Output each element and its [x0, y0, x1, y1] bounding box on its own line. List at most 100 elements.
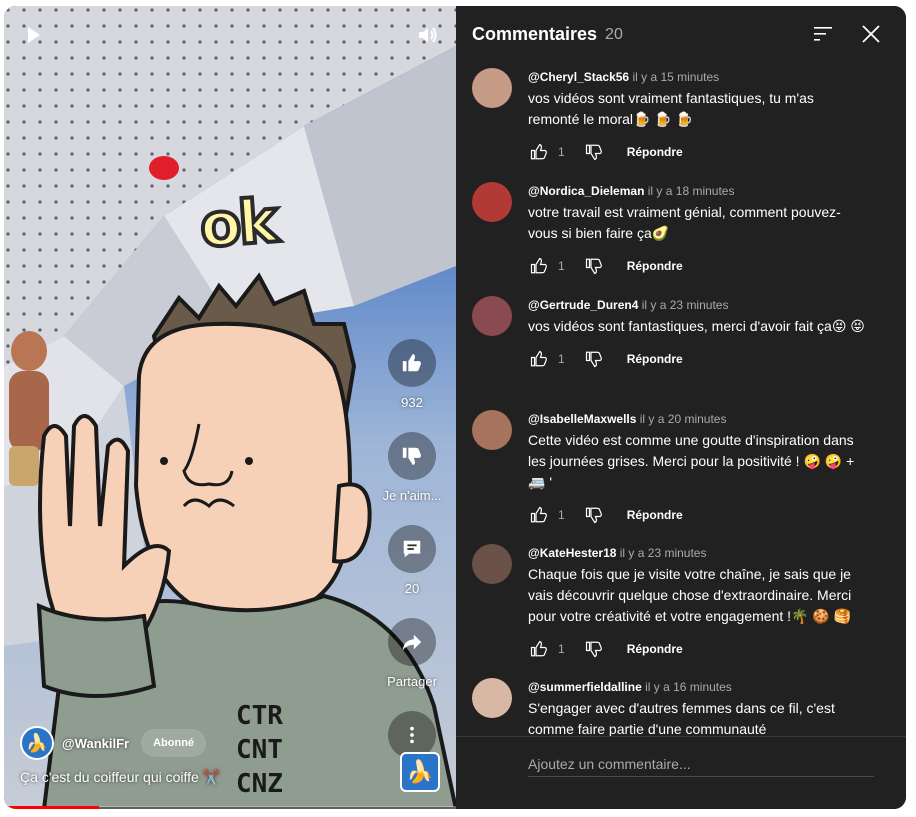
comment-author[interactable]: @KateHester18: [528, 546, 616, 560]
comment-time: il y a 23 minutes: [619, 546, 707, 560]
shirt-print-line: CNZ: [236, 769, 283, 799]
comment-item: @summerfieldalline il y a 16 minutes S'e…: [456, 672, 906, 736]
channel-handle[interactable]: @WankilFr: [62, 736, 129, 751]
close-icon: [862, 25, 880, 43]
play-icon: [28, 27, 40, 43]
comment-author[interactable]: @IsabelleMaxwells: [528, 412, 636, 426]
comment-like-button[interactable]: [528, 504, 550, 526]
comment-dislike-button[interactable]: [583, 141, 605, 163]
comment-author[interactable]: @summerfieldalline: [528, 680, 642, 694]
comment-author[interactable]: @Gertrude_Duren4: [528, 298, 638, 312]
channel-row: 🍌 @WankilFr Abonné: [20, 726, 207, 760]
comments-count-badge: 20: [605, 26, 623, 43]
comment-like-button[interactable]: [528, 348, 550, 370]
comment-item: @Cheryl_Stack56 il y a 15 minutes vos vi…: [456, 62, 906, 176]
comment-dislike-button[interactable]: [583, 638, 605, 660]
progress-bar[interactable]: [4, 806, 456, 809]
dislike-label: Je n'aim...: [382, 488, 442, 503]
reply-button[interactable]: Répondre: [627, 642, 683, 656]
like-count: 932: [401, 395, 423, 410]
comment-text: vos vidéos sont vraiment fantastiques, t…: [528, 90, 814, 127]
comment-like-count: 1: [558, 259, 565, 273]
comment-dislike-button[interactable]: [583, 348, 605, 370]
shirt-print: CTR CNT CNZ: [236, 699, 283, 801]
commenter-avatar[interactable]: [472, 68, 512, 108]
comments-button[interactable]: [388, 525, 436, 573]
comment-item: @Gertrude_Duren4 il y a 23 minutes vos v…: [456, 290, 906, 404]
banana-icon: 🍌: [25, 732, 49, 753]
like-button[interactable]: [388, 339, 436, 387]
commenter-avatar[interactable]: [472, 678, 512, 718]
close-comments-button[interactable]: [860, 23, 882, 45]
comment-time: il y a 23 minutes: [641, 298, 729, 312]
thumbs-down-icon: [585, 507, 602, 524]
commenter-avatar[interactable]: [472, 410, 512, 450]
reply-button[interactable]: Répondre: [627, 259, 683, 273]
sort-button[interactable]: [812, 24, 834, 44]
thumbs-up-icon: [530, 143, 547, 160]
comment-like-button[interactable]: [528, 255, 550, 277]
thumbs-up-icon: [530, 257, 547, 274]
volume-button[interactable]: [416, 24, 438, 46]
thumbs-up-icon: [530, 640, 547, 657]
video-overlay-text: ok: [196, 184, 280, 263]
thumbs-down-icon: [585, 351, 602, 368]
thumbs-down-icon: [585, 144, 602, 161]
comment-like-button[interactable]: [528, 638, 550, 660]
comment-author[interactable]: @Nordica_Dieleman: [528, 184, 644, 198]
comment-list[interactable]: @Cheryl_Stack56 il y a 15 minutes vos vi…: [456, 62, 906, 736]
sound-thumbnail[interactable]: 🍌: [400, 752, 440, 792]
commenter-avatar[interactable]: [472, 182, 512, 222]
share-label: Partager: [387, 674, 437, 689]
banana-icon: 🍌: [406, 759, 434, 784]
play-button[interactable]: [22, 24, 44, 46]
commenter-avatar[interactable]: [472, 544, 512, 584]
comment-text: votre travail est vraiment génial, comme…: [528, 204, 841, 241]
more-vert-icon: [410, 726, 414, 744]
comment-dislike-button[interactable]: [583, 504, 605, 526]
comment-icon: [403, 540, 421, 558]
dislike-button[interactable]: [388, 432, 436, 480]
thumbs-down-icon: [585, 258, 602, 275]
reply-button[interactable]: Répondre: [627, 352, 683, 366]
video-side-actions: 932 Je n'aim... 20 Partager: [376, 339, 448, 759]
comment-text: Chaque fois que je visite votre chaîne, …: [528, 566, 852, 624]
comment-like-count: 1: [558, 508, 565, 522]
reply-button[interactable]: Répondre: [627, 508, 683, 522]
comment-text: Cette vidéo est comme une goutte d'inspi…: [528, 432, 855, 490]
shirt-print-line: CTR: [236, 701, 283, 731]
subscribe-button[interactable]: Abonné: [141, 729, 207, 757]
reply-button[interactable]: Répondre: [627, 145, 683, 159]
thumbs-up-icon: [530, 350, 547, 367]
comment-like-button[interactable]: [528, 141, 550, 163]
video-player[interactable]: ok CTR CNT CNZ 932 Je n'aim... 20 Partag…: [4, 6, 456, 809]
thumbs-down-icon: [402, 447, 421, 466]
comment-composer: [456, 736, 906, 809]
channel-avatar[interactable]: 🍌: [20, 726, 54, 760]
thumbs-up-icon: [402, 353, 421, 372]
shorts-player-frame: ok CTR CNT CNZ 932 Je n'aim... 20 Partag…: [4, 6, 906, 809]
commenter-avatar[interactable]: [472, 296, 512, 336]
comment-time: il y a 16 minutes: [645, 680, 732, 694]
comment-like-count: 1: [558, 352, 565, 366]
progress-fill: [4, 806, 99, 809]
comments-header: Commentaires 20: [456, 6, 906, 62]
comments-title: Commentaires: [472, 23, 598, 44]
add-comment-input[interactable]: [528, 751, 874, 777]
comment-item: @IsabelleMaxwells il y a 20 minutes Cett…: [456, 404, 906, 538]
thumbs-down-icon: [585, 641, 602, 658]
comments-count: 20: [404, 581, 420, 596]
comments-panel: Commentaires 20 @Cheryl_Stack56 il y a 1…: [456, 6, 906, 809]
share-button[interactable]: [388, 618, 436, 666]
comment-dislike-button[interactable]: [583, 255, 605, 277]
comment-item: @KateHester18 il y a 23 minutes Chaque f…: [456, 538, 906, 672]
comment-text: S'engager avec d'autres femmes dans ce f…: [528, 700, 835, 736]
volume-icon: [419, 27, 437, 43]
sort-icon: [814, 27, 832, 41]
comment-like-count: 1: [558, 642, 565, 656]
comment-time: il y a 15 minutes: [632, 70, 720, 84]
share-icon: [402, 634, 422, 651]
comment-author[interactable]: @Cheryl_Stack56: [528, 70, 629, 84]
comment-like-count: 1: [558, 145, 565, 159]
comment-time: il y a 18 minutes: [647, 184, 735, 198]
